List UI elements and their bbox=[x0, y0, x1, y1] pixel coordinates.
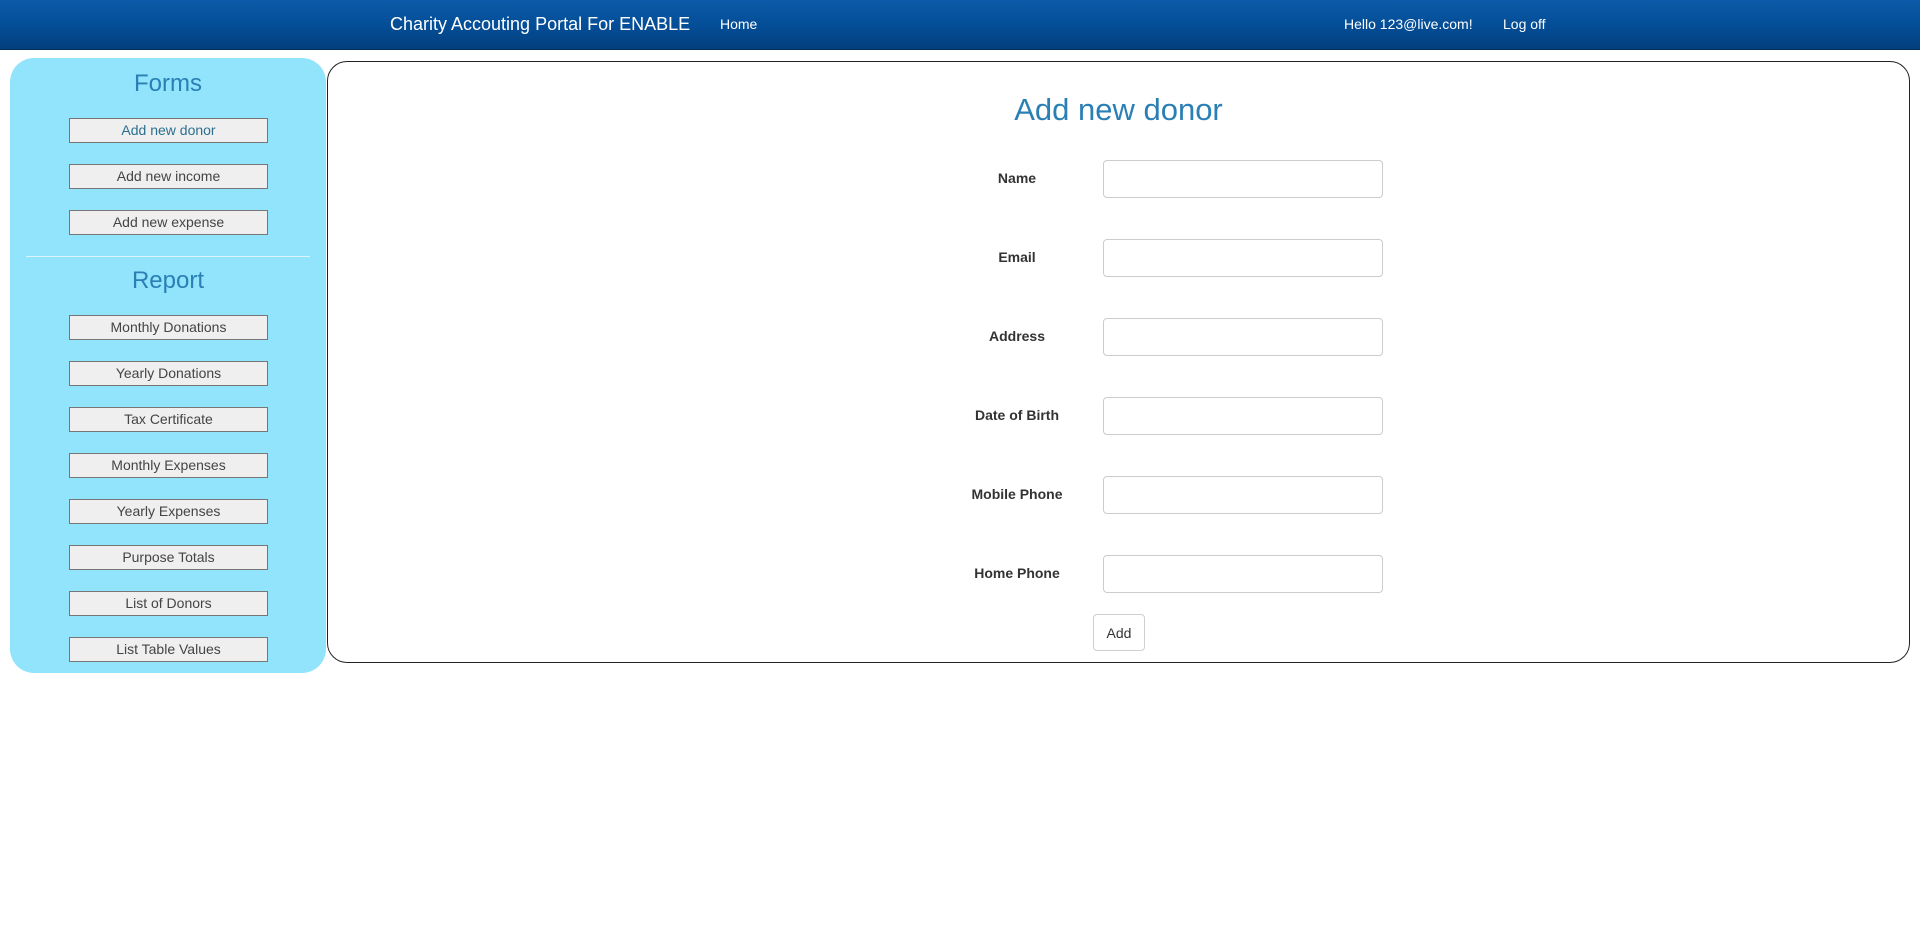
page-title: Add new donor bbox=[1014, 92, 1223, 127]
sidebar-yearly-expenses-button[interactable]: Yearly Expenses bbox=[69, 499, 268, 524]
add-button[interactable]: Add bbox=[1093, 614, 1145, 651]
sidebar-list-of-donors-button[interactable]: List of Donors bbox=[69, 591, 268, 616]
date-of-birth-input[interactable] bbox=[1103, 397, 1383, 435]
sidebar-yearly-donations-button[interactable]: Yearly Donations bbox=[69, 361, 268, 386]
sidebar-add-new-donor-button[interactable]: Add new donor bbox=[69, 118, 268, 143]
mobile-phone-label: Mobile Phone bbox=[971, 486, 1063, 502]
home-phone-label: Home Phone bbox=[974, 565, 1060, 581]
mobile-phone-input[interactable] bbox=[1103, 476, 1383, 514]
home-phone-input[interactable] bbox=[1103, 555, 1383, 593]
address-label: Address bbox=[988, 328, 1046, 344]
sidebar-monthly-expenses-button[interactable]: Monthly Expenses bbox=[69, 453, 268, 478]
email-input[interactable] bbox=[1103, 239, 1383, 277]
email-label: Email bbox=[998, 249, 1036, 265]
sidebar: Forms Add new donor Add new income Add n… bbox=[10, 58, 326, 673]
top-navbar: Charity Accouting Portal For ENABLE Home… bbox=[0, 0, 1920, 50]
date-of-birth-label: Date of Birth bbox=[975, 407, 1059, 423]
sidebar-tax-certificate-button[interactable]: Tax Certificate bbox=[69, 407, 268, 432]
report-heading: Report bbox=[131, 267, 205, 294]
user-greeting-link[interactable]: Hello 123@live.com! bbox=[1344, 15, 1473, 33]
nav-home-link[interactable]: Home bbox=[720, 15, 757, 33]
sidebar-add-new-income-button[interactable]: Add new income bbox=[69, 164, 268, 189]
sidebar-list-table-values-button[interactable]: List Table Values bbox=[69, 637, 268, 662]
sidebar-divider bbox=[26, 256, 310, 257]
add-donor-panel: Add new donor Name Email Address Date of… bbox=[327, 61, 1910, 663]
name-input[interactable] bbox=[1103, 160, 1383, 198]
logoff-link[interactable]: Log off bbox=[1503, 15, 1546, 33]
sidebar-add-new-expense-button[interactable]: Add new expense bbox=[69, 210, 268, 235]
sidebar-monthly-donations-button[interactable]: Monthly Donations bbox=[69, 315, 268, 340]
address-input[interactable] bbox=[1103, 318, 1383, 356]
brand-link[interactable]: Charity Accouting Portal For ENABLE bbox=[390, 13, 690, 35]
forms-heading: Forms bbox=[134, 70, 202, 97]
name-label: Name bbox=[997, 170, 1037, 186]
sidebar-purpose-totals-button[interactable]: Purpose Totals bbox=[69, 545, 268, 570]
